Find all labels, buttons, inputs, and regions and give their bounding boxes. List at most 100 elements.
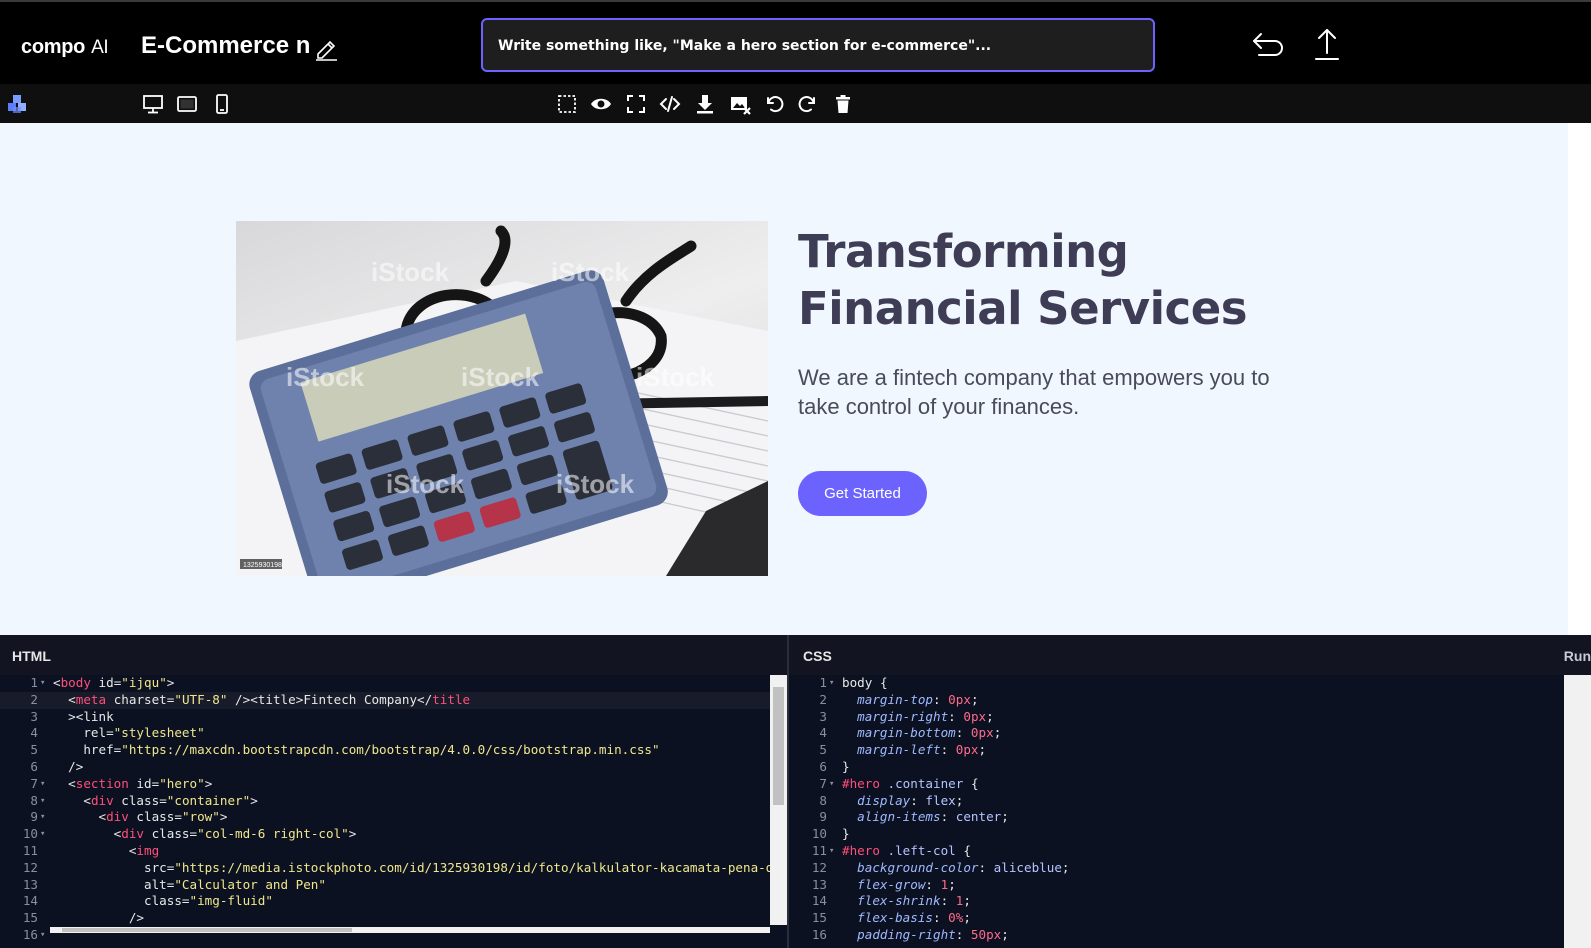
fold-toggle-icon[interactable]: ▾ <box>40 793 45 810</box>
code-text: <div class="row"> <box>98 809 228 825</box>
line-number: 3 <box>30 708 38 724</box>
css-vertical-scrollbar[interactable] <box>1564 675 1591 948</box>
code-line[interactable]: 7 ▾ <section id="hero"> <box>0 776 770 793</box>
code-line[interactable]: 9 align-items: center; <box>789 809 1564 826</box>
code-line[interactable]: 13 flex-grow: 1; <box>789 877 1564 894</box>
code-line[interactable]: 2 <meta charset="UTF-8" /><title>Fintech… <box>0 691 770 709</box>
code-text: margin-left: 0px; <box>857 742 987 758</box>
image-remove-icon[interactable] <box>729 93 751 115</box>
code-text: flex-shrink: 1; <box>857 893 971 909</box>
code-text: padding-right: 50px; <box>857 926 1009 942</box>
hero-image[interactable]: iStock iStock iStock iStock iStock iStoc… <box>236 221 768 576</box>
tablet-icon[interactable] <box>176 93 198 115</box>
line-number: 13 <box>811 876 827 892</box>
line-number: 14 <box>22 893 38 909</box>
fold-toggle-icon[interactable]: ▾ <box>40 927 45 944</box>
code-line[interactable]: 8 ▾ <div class="container"> <box>0 793 770 810</box>
code-text: <meta charset="UTF-8" /><title>Fintech C… <box>68 691 471 707</box>
watermark-text: iStock <box>371 257 450 287</box>
code-line[interactable]: 4 margin-bottom: 0px; <box>789 725 1564 742</box>
preview-icon[interactable] <box>590 93 612 115</box>
fold-toggle-icon[interactable]: ▾ <box>40 809 45 826</box>
line-number: 4 <box>819 725 827 741</box>
html-code-editor[interactable]: 1 ▾ <body id="ijqu"> 2 <meta charset="UTF-8… <box>0 675 770 948</box>
top-bar: compo AI E-Commerce na Write something li… <box>0 0 1591 84</box>
code-line[interactable]: 9 ▾ <div class="row"> <box>0 809 770 826</box>
edit-pencil-icon[interactable] <box>313 35 339 61</box>
mobile-icon[interactable] <box>211 93 233 115</box>
upload-icon[interactable] <box>1313 26 1341 62</box>
preview-scrollbar[interactable] <box>1568 123 1591 635</box>
fold-toggle-icon[interactable]: ▾ <box>829 675 834 692</box>
canvas-preview[interactable]: iStock iStock iStock iStock iStock iStoc… <box>0 123 1568 635</box>
line-number: 15 <box>22 910 38 926</box>
code-line[interactable]: 16 padding-right: 50px; <box>789 927 1564 944</box>
line-number: 7 <box>30 775 38 791</box>
code-text: rel="stylesheet" <box>53 725 205 741</box>
desktop-icon[interactable] <box>142 93 164 115</box>
css-panel-title: CSS <box>803 648 832 664</box>
project-name[interactable]: E-Commerce na <box>141 32 311 60</box>
fullscreen-icon[interactable] <box>625 93 647 115</box>
code-line[interactable]: 7 ▾ #hero .container { <box>789 776 1564 793</box>
code-line[interactable]: 3 ><link <box>0 709 770 726</box>
download-icon[interactable] <box>694 93 716 115</box>
redo-icon[interactable] <box>797 93 819 115</box>
code-line[interactable]: 2 margin-top: 0px; <box>789 692 1564 709</box>
line-number: 2 <box>819 691 827 707</box>
css-panel-header: CSS Run <box>789 635 1591 675</box>
fold-toggle-icon[interactable]: ▾ <box>40 675 45 692</box>
image-id-label: 1325930198 <box>243 562 282 569</box>
code-line[interactable]: 3 margin-right: 0px; <box>789 709 1564 726</box>
code-line[interactable]: 14 flex-shrink: 1; <box>789 893 1564 910</box>
code-line[interactable]: 4 rel="stylesheet" <box>0 725 770 742</box>
trash-icon[interactable] <box>832 93 854 115</box>
code-text: <div class="col-md-6 right-col"> <box>113 826 357 842</box>
code-line[interactable]: 15 flex-basis: 0%; <box>789 910 1564 927</box>
prompt-input[interactable]: Write something like, "Make a hero secti… <box>481 18 1155 72</box>
code-line[interactable]: 6} <box>789 759 1564 776</box>
code-line[interactable]: 15 /> <box>0 910 770 927</box>
code-line[interactable]: 6 /> <box>0 759 770 776</box>
code-line[interactable]: 14 class="img-fluid" <box>0 893 770 910</box>
fold-toggle-icon[interactable]: ▾ <box>829 776 834 793</box>
undo-small-icon[interactable] <box>763 93 785 115</box>
code-text: href="https://maxcdn.bootstrapcdn.com/bo… <box>53 742 660 758</box>
code-line[interactable]: 8 display: flex; <box>789 793 1564 810</box>
code-line[interactable]: 1 ▾ <body id="ijqu"> <box>0 675 770 692</box>
line-number: 8 <box>819 792 827 808</box>
code-line[interactable]: 11 ▾ #hero .left-col { <box>789 843 1564 860</box>
code-line[interactable]: 5 margin-left: 0px; <box>789 742 1564 759</box>
fold-toggle-icon[interactable]: ▾ <box>829 843 834 860</box>
line-number: 15 <box>811 910 827 926</box>
run-button[interactable]: Run <box>1564 648 1591 664</box>
watermark-text: iStock <box>286 362 365 392</box>
code-text: #hero .left-col { <box>842 842 971 858</box>
code-line[interactable]: 5 href="https://maxcdn.bootstrapcdn.com/… <box>0 742 770 759</box>
code-text: alt="Calculator and Pen" <box>53 876 326 892</box>
editor-toolbar <box>0 84 1591 123</box>
code-line[interactable]: 13 alt="Calculator and Pen" <box>0 877 770 894</box>
get-started-button[interactable]: Get Started <box>798 471 927 516</box>
code-line[interactable]: 10 ▾ <div class="col-md-6 right-col"> <box>0 826 770 843</box>
code-icon[interactable] <box>659 93 681 115</box>
code-line[interactable]: 10} <box>789 826 1564 843</box>
code-line[interactable]: 12 src="https://media.istockphoto.com/id… <box>0 860 770 877</box>
code-text: } <box>842 758 850 774</box>
app-cubes-icon[interactable] <box>6 93 28 115</box>
undo-icon[interactable] <box>1251 28 1285 60</box>
code-text: <body id="ijqu"> <box>53 675 175 690</box>
line-number: 2 <box>30 691 38 707</box>
code-line[interactable]: 12 background-color: aliceblue; <box>789 860 1564 877</box>
code-text: #hero .container { <box>842 775 979 791</box>
html-horizontal-scrollbar[interactable] <box>50 927 770 933</box>
code-line[interactable]: 1 ▾ body { <box>789 675 1564 692</box>
html-vertical-scrollbar[interactable] <box>770 675 787 925</box>
css-code-editor[interactable]: 1 ▾ body {2 margin-top: 0px; 3 margin-right… <box>789 675 1564 948</box>
code-line[interactable]: 11 <img <box>0 843 770 860</box>
line-number: 11 <box>22 842 38 858</box>
fold-toggle-icon[interactable]: ▾ <box>40 776 45 793</box>
select-icon[interactable] <box>556 93 578 115</box>
fold-toggle-icon[interactable]: ▾ <box>40 826 45 843</box>
app-logo[interactable]: compo AI <box>21 36 109 59</box>
